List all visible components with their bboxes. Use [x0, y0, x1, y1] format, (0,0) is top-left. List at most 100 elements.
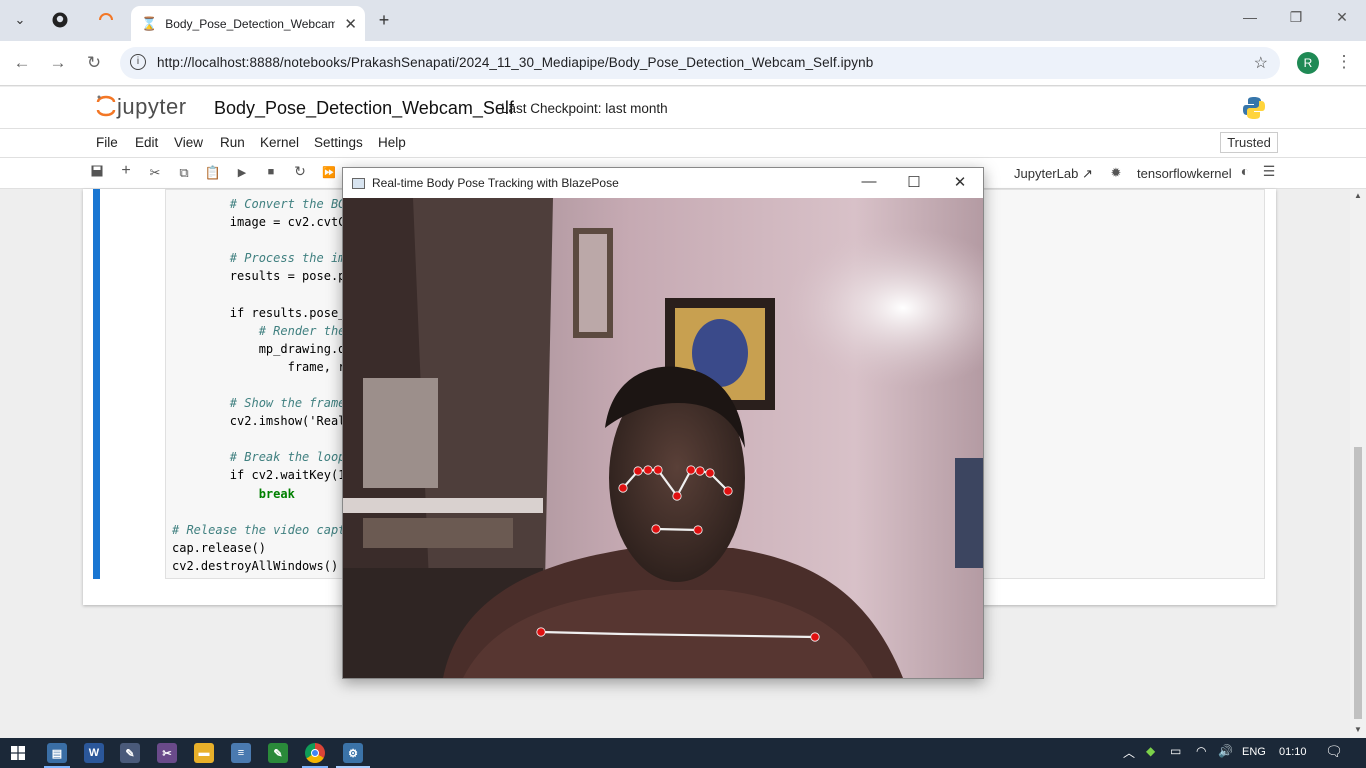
reload-icon[interactable]: ↻: [82, 53, 106, 73]
input-language[interactable]: ENG: [1242, 746, 1266, 758]
code-text: mp_drawing.d: [258, 341, 346, 356]
cut-icon[interactable]: ✂: [146, 165, 164, 181]
cv-close-icon[interactable]: ✕: [945, 173, 975, 191]
address-bar[interactable]: i http://localhost:8888/notebooks/Prakas…: [120, 47, 1280, 79]
menu-view[interactable]: View: [174, 135, 203, 150]
file-explorer-app-icon[interactable]: ▤: [47, 743, 67, 763]
snipping-icon[interactable]: ✂: [157, 743, 177, 763]
url-text[interactable]: http://localhost:8888/notebooks/PrakashS…: [157, 55, 873, 70]
tab-search-chevron-icon[interactable]: ⌄: [7, 8, 33, 32]
tray-app-icon[interactable]: ◆: [1146, 744, 1155, 758]
bookmark-star-icon[interactable]: ☆: [1254, 53, 1268, 73]
browser-toolbar: ← → ↻ i http://localhost:8888/notebooks/…: [0, 41, 1366, 86]
restart-run-all-icon[interactable]: ⏩: [320, 166, 338, 179]
code-line: cv2.imshow('Real: [172, 412, 346, 430]
minimize-icon[interactable]: —: [1230, 9, 1270, 25]
paint-icon[interactable]: ✎: [120, 743, 140, 763]
code-line: # Release the video capt: [172, 521, 345, 539]
notifications-icon[interactable]: 🗨: [1325, 743, 1343, 760]
folder-icon[interactable]: ▬: [194, 743, 214, 763]
menu-kernel[interactable]: Kernel: [260, 135, 299, 150]
jupyterlab-link-label: JupyterLab: [1014, 166, 1079, 181]
windows-start-icon[interactable]: [8, 743, 28, 763]
checkpoint-status: Last Checkpoint: last month: [501, 101, 668, 116]
code-text: cap.release(): [172, 540, 266, 555]
wifi-icon[interactable]: ◠: [1196, 744, 1206, 758]
webcam-frame: [343, 198, 983, 678]
active-tab[interactable]: ⌛ Body_Pose_Detection_Webcam_Self.ipynb …: [131, 6, 365, 41]
python-logo-icon: [1241, 95, 1267, 126]
code-text: if results.pose_: [229, 305, 346, 320]
run-icon[interactable]: ▶: [233, 166, 251, 179]
jupyter-tab-icon[interactable]: [93, 8, 119, 32]
tray-chevron-icon[interactable]: ︿: [1123, 744, 1135, 761]
cv-maximize-icon[interactable]: ☐: [899, 173, 929, 191]
battery-icon[interactable]: ▭: [1170, 744, 1181, 758]
copy-icon[interactable]: ⧉: [175, 165, 193, 181]
forward-icon[interactable]: →: [46, 53, 70, 73]
notebook-scrollbar[interactable]: ▲ ▼: [1350, 189, 1366, 738]
clock[interactable]: 01:10: [1279, 746, 1307, 758]
menu-help[interactable]: Help: [378, 135, 406, 150]
code-text: # Release the video capt: [172, 522, 346, 537]
add-cell-icon[interactable]: +: [117, 162, 135, 180]
scroll-down-icon[interactable]: ▼: [1354, 725, 1362, 734]
external-link-icon: ↗: [1081, 166, 1093, 181]
paste-icon[interactable]: 📋: [204, 165, 222, 181]
code-line: if results.pose_: [172, 304, 346, 322]
save-icon[interactable]: [88, 165, 106, 180]
stop-icon[interactable]: ■: [262, 166, 280, 178]
window-close-icon[interactable]: ✕: [1322, 9, 1362, 26]
code-text: break: [258, 486, 295, 501]
word-icon[interactable]: W: [84, 743, 104, 763]
jupyterlab-link[interactable]: JupyterLab ↗: [1014, 166, 1093, 182]
kernel-name[interactable]: tensorflowkernel: [1137, 166, 1232, 181]
restore-icon[interactable]: ❐: [1276, 9, 1316, 26]
code-line: cap.release(): [172, 539, 345, 557]
jupyter-logo-text: jupyter: [117, 94, 187, 119]
chrome-icon[interactable]: [305, 743, 325, 763]
scroll-up-icon[interactable]: ▲: [1354, 191, 1362, 200]
menu-file[interactable]: File: [96, 135, 118, 150]
taskbar: ▤ W ✎ ✂ ▬ ≡ ✎ ⚙ ︿ ◆ ▭ ◠ 🔊 ENG 01:10 🗨: [0, 738, 1366, 768]
menu-edit[interactable]: Edit: [135, 135, 158, 150]
code-line: image = cv2.cvtC: [172, 213, 346, 231]
browser-tab-strip: ⌄ ⌛ Body_Pose_Detection_Webcam_Self.ipyn…: [0, 0, 1366, 41]
toolbar-menu-icon[interactable]: ☰: [1260, 163, 1278, 180]
menu-run[interactable]: Run: [220, 135, 245, 150]
scrollbar-thumb[interactable]: [1354, 447, 1362, 719]
volume-icon[interactable]: 🔊: [1218, 744, 1233, 758]
active-cell-indicator[interactable]: [93, 189, 100, 579]
code-line: # Convert the BG: [172, 195, 346, 213]
trusted-indicator[interactable]: Trusted: [1220, 132, 1278, 153]
site-info-icon[interactable]: i: [130, 54, 146, 70]
opencv-window[interactable]: Real-time Body Pose Tracking with BlazeP…: [342, 167, 984, 679]
kernel-status-icon: ◐: [1240, 163, 1250, 179]
new-tab-icon[interactable]: +: [371, 8, 397, 32]
code-text: image = cv2.cvtC: [229, 215, 346, 230]
menu-bar: File Edit View Run Kernel Settings Help …: [0, 129, 1366, 158]
github-tab-icon[interactable]: [47, 8, 73, 32]
code-editor[interactable]: # Convert the BG image = cv2.cvtC # Proc…: [172, 195, 345, 575]
code-text: cv2.destroyAllWindows(): [172, 558, 339, 573]
close-tab-icon[interactable]: ✕: [344, 15, 357, 33]
notepad-icon[interactable]: ≡: [231, 743, 251, 763]
notebook-title[interactable]: Body_Pose_Detection_Webcam_Self: [214, 98, 514, 119]
code-line: # Process the im: [172, 249, 346, 267]
jupyter-logo[interactable]: jupyter: [95, 93, 187, 120]
profile-avatar[interactable]: R: [1297, 52, 1319, 74]
window-app-icon: [352, 178, 365, 189]
restart-icon[interactable]: ↻: [291, 163, 309, 180]
python-taskbar-icon[interactable]: ⚙: [343, 743, 363, 763]
browser-menu-icon[interactable]: ⋮: [1332, 52, 1356, 72]
opencv-window-title: Real-time Body Pose Tracking with BlazeP…: [372, 176, 619, 190]
jupyter-header: jupyter Body_Pose_Detection_Webcam_Self …: [0, 87, 1366, 129]
cv-minimize-icon[interactable]: —: [854, 173, 884, 190]
back-icon[interactable]: ←: [10, 53, 34, 73]
menu-settings[interactable]: Settings: [314, 135, 363, 150]
notes-app-icon[interactable]: ✎: [268, 743, 288, 763]
code-text: if cv2.waitKey(1: [229, 468, 346, 483]
debugger-bug-icon[interactable]: ✹: [1107, 165, 1125, 181]
